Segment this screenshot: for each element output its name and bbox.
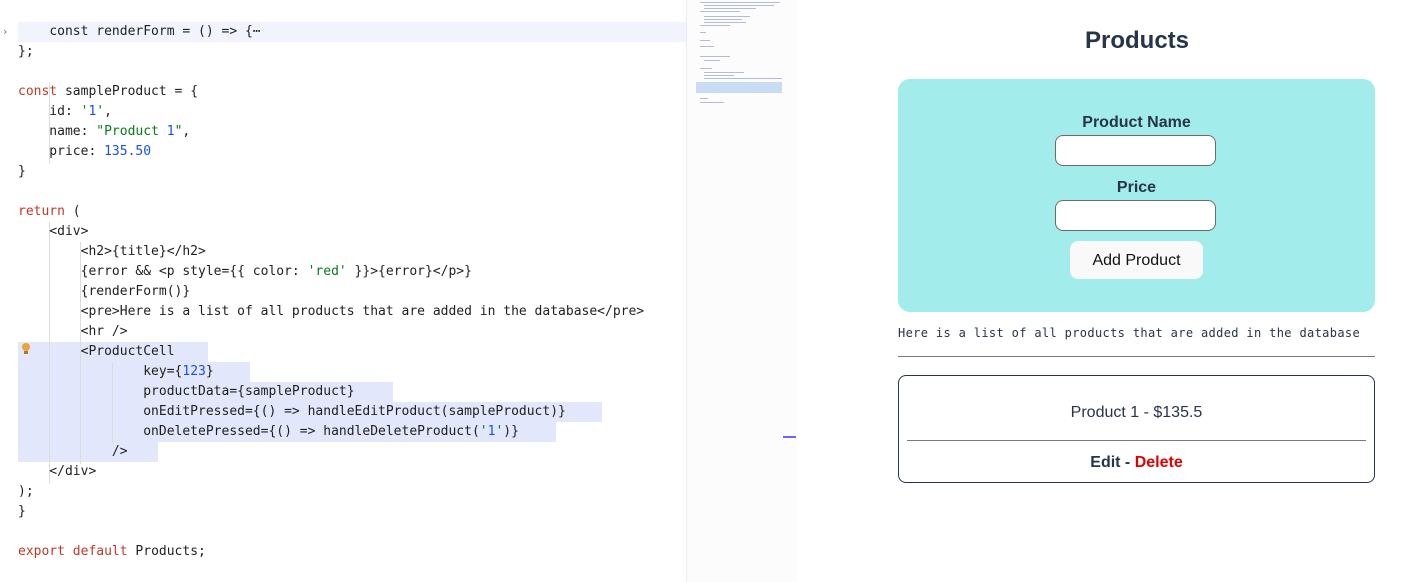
minimap-line (700, 40, 710, 41)
code-editor[interactable]: › const renderForm = () => {⋯ }; const s… (0, 0, 686, 582)
code-line: <h2>{title}</h2> (18, 244, 206, 259)
code-line: ); (18, 484, 34, 499)
code-line: key={123} (18, 364, 214, 379)
minimap[interactable] (686, 0, 798, 582)
product-name-input[interactable] (1055, 135, 1216, 166)
minimap-line (704, 16, 750, 17)
product-list-info: Here is a list of all products that are … (898, 326, 1361, 340)
minimap-line (704, 72, 744, 73)
minimap-line (700, 68, 712, 69)
minimap-line (700, 11, 740, 12)
product-cell: Product 1 - $135.5 Edit - Delete (898, 375, 1375, 483)
code-line: <ProductCell (18, 344, 175, 359)
product-actions: Edit - Delete (899, 454, 1374, 472)
minimap-line (704, 78, 782, 79)
code-line: } (18, 164, 26, 179)
edit-link[interactable]: Edit (1090, 454, 1120, 471)
code-line: const sampleProduct = { (18, 84, 199, 99)
minimap-line (700, 46, 714, 47)
minimap-line (700, 102, 724, 103)
page-title: Products (1084, 27, 1189, 54)
divider (898, 356, 1375, 357)
code-line: {renderForm()} (18, 284, 191, 299)
code-line: } (18, 504, 26, 519)
minimap-line (700, 2, 780, 3)
minimap-line (704, 19, 742, 20)
minimap-line (700, 25, 730, 26)
code-line: export default Products; (18, 544, 206, 559)
price-input[interactable] (1055, 200, 1216, 231)
minimap-line (700, 56, 730, 57)
code-line: return ( (18, 204, 81, 219)
app-preview: Products Product Name Price Add Product … (797, 0, 1404, 582)
product-summary: Product 1 - $135.5 (1070, 404, 1203, 421)
action-separator: - (1120, 454, 1135, 471)
code-line: {error && <p style={{ color: 'red' }}>{e… (18, 264, 472, 279)
code-line: <div> (18, 224, 89, 239)
code-token: const renderForm = () => {⋯ (49, 24, 261, 39)
minimap-line (704, 75, 734, 76)
code-line: const renderForm = () => {⋯ (18, 22, 261, 42)
minimap-selection (696, 82, 782, 93)
minimap-line (704, 8, 756, 9)
code-line: onDeletePressed={() => handleDeleteProdu… (18, 424, 519, 439)
code-line: id: '1', (18, 104, 112, 119)
scroll-marker[interactable] (783, 436, 796, 438)
product-form: Product Name Price Add Product (898, 79, 1375, 312)
code-line: }; (18, 44, 34, 59)
code-line: onEditPressed={() => handleEditProduct(s… (18, 404, 566, 419)
code-line: </div> (18, 464, 97, 479)
code-line: /> (18, 444, 128, 459)
minimap-line (704, 60, 720, 61)
fold-chevron-icon[interactable]: › (3, 25, 7, 38)
divider (907, 440, 1366, 441)
add-product-button[interactable]: Add Product (1070, 241, 1203, 279)
minimap-line (700, 32, 706, 33)
minimap-line (700, 98, 708, 99)
product-name-label: Product Name (1082, 114, 1191, 131)
code-line: <hr /> (18, 324, 128, 339)
code-line: <pre>Here is a list of all products that… (18, 304, 645, 319)
price-label: Price (1116, 179, 1157, 196)
code-line: price: 135.50 (18, 144, 152, 159)
minimap-line (704, 22, 746, 23)
code-line: name: "Product 1", (18, 124, 191, 139)
minimap-line (704, 5, 774, 6)
delete-link[interactable]: Delete (1135, 454, 1183, 471)
code-line: productData={sampleProduct} (18, 384, 355, 399)
